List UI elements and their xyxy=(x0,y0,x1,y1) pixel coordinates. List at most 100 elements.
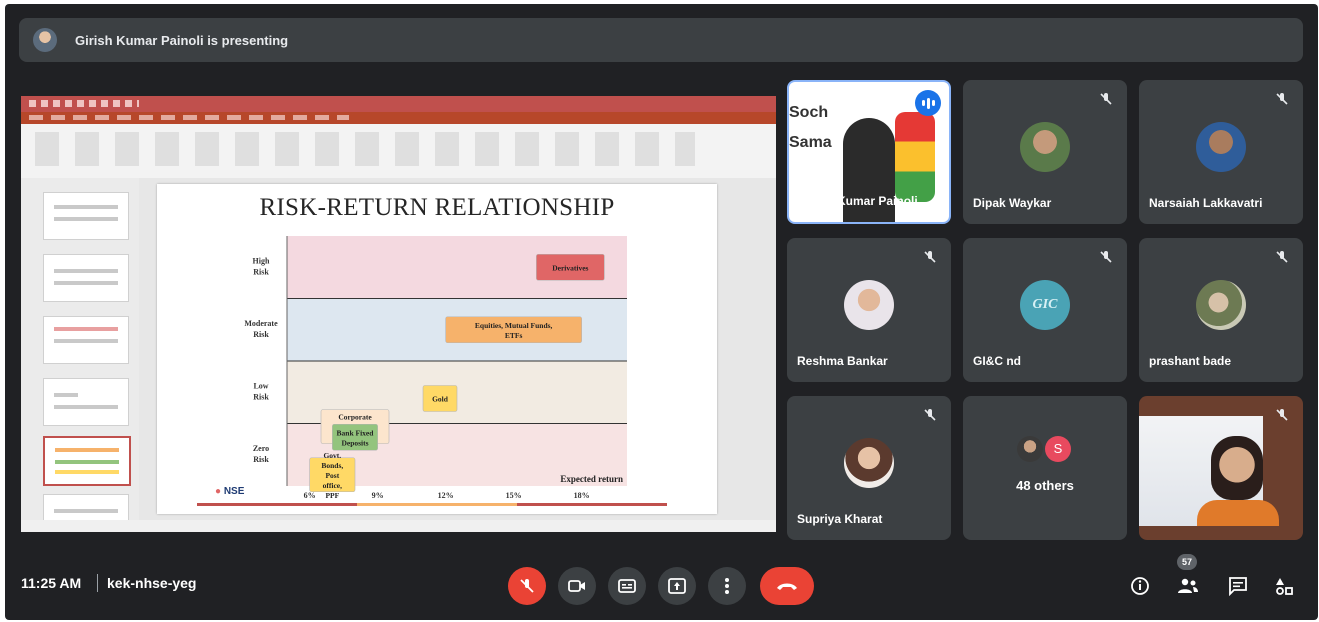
participant-tile[interactable]: Supriya Kharat xyxy=(787,396,951,540)
slide: RISK-RETURN RELATIONSHIP High Risk Moderat… xyxy=(157,184,717,514)
mic-off-icon xyxy=(1100,251,1112,263)
risk-band-label: Risk xyxy=(253,392,269,401)
slide-canvas: RISK-RETURN RELATIONSHIP High Risk Moderat… xyxy=(139,178,776,532)
activities-button[interactable] xyxy=(1271,573,1297,599)
x-tick-label: 9% xyxy=(372,491,384,500)
risk-band-label: Risk xyxy=(253,455,269,464)
others-count: 48 others xyxy=(1016,478,1074,493)
chat-button[interactable] xyxy=(1225,573,1251,599)
ppt-title-bar xyxy=(21,96,776,112)
participant-tile[interactable]: prashant bade xyxy=(1139,238,1303,382)
ppt-status-bar xyxy=(21,520,776,532)
clock: 11:25 AM xyxy=(21,575,82,591)
mic-off-icon xyxy=(924,251,936,263)
participants-count-badge: 57 xyxy=(1177,554,1197,570)
present-screen-button[interactable] xyxy=(658,567,696,605)
present-icon xyxy=(668,578,686,594)
chat-icon xyxy=(1229,577,1247,596)
risk-band-label: Low xyxy=(253,381,268,390)
risk-box-label: Deposits xyxy=(341,438,368,447)
x-tick-label: 6% xyxy=(304,491,316,500)
hang-up-icon xyxy=(777,583,797,590)
x-tick-label: 15% xyxy=(506,491,522,500)
avatar xyxy=(1020,122,1070,172)
participant-tile[interactable]: GIC GI&C nd xyxy=(963,238,1127,382)
camera-toggle-button[interactable] xyxy=(558,567,596,605)
avatar xyxy=(844,438,894,488)
participant-name: prashant bade xyxy=(1149,354,1232,368)
risk-band-label: Zero xyxy=(253,444,269,453)
participant-name: Reshma Bankar xyxy=(797,354,888,368)
slide-thumbnail-selected xyxy=(43,436,131,486)
risk-box-label: Govt. xyxy=(323,451,341,460)
avatar: GIC xyxy=(1020,280,1070,330)
risk-box-label: Derivatives xyxy=(552,263,588,272)
mic-off-icon xyxy=(520,579,534,593)
participant-tile-presenter[interactable]: Soch Sama Girish Kumar Painoli xyxy=(787,80,951,224)
risk-box-label: Bonds, xyxy=(321,461,343,470)
meeting-details-button[interactable] xyxy=(1127,573,1153,599)
participant-name: Narsaiah Lakkavatri xyxy=(1149,196,1263,210)
risk-return-chart: High Risk Moderate Risk Low Risk Zero Risk Deriv… xyxy=(197,236,667,506)
avatar xyxy=(1196,280,1246,330)
risk-band-label: High xyxy=(253,256,270,265)
risk-band-label: Moderate xyxy=(244,319,278,328)
participant-name: Supriya Kharat xyxy=(797,512,883,526)
traffic-light-graphic xyxy=(895,112,935,202)
info-icon xyxy=(1131,577,1149,595)
risk-band-label: Risk xyxy=(253,267,269,276)
presenter-avatar xyxy=(33,28,57,52)
divider xyxy=(97,574,98,592)
avatar: S xyxy=(1045,436,1071,462)
participants-button[interactable] xyxy=(1175,573,1201,599)
participant-name: Girish Kumar Painoli xyxy=(799,194,918,208)
participant-tile[interactable]: Dipak Waykar xyxy=(963,80,1127,224)
participant-tile[interactable] xyxy=(1139,396,1303,540)
others-tile[interactable]: S 48 others xyxy=(963,396,1127,540)
participant-tile[interactable]: Narsaiah Lakkavatri xyxy=(1139,80,1303,224)
risk-box-label: Gold xyxy=(432,395,449,404)
risk-box-label: PPF xyxy=(325,491,339,500)
nse-logo: ● NSE xyxy=(215,486,245,497)
avatar xyxy=(1017,436,1043,462)
captions-icon xyxy=(618,579,636,593)
meet-window: Girish Kumar Painoli is presenting RISK-… xyxy=(5,4,1318,620)
slide-thumbnail xyxy=(43,378,129,426)
presenter-text: Girish Kumar Painoli is presenting xyxy=(75,32,289,48)
participant-video xyxy=(1211,436,1263,500)
tile-bg-word: Sama xyxy=(789,134,832,151)
avatar xyxy=(1196,122,1246,172)
mic-toggle-button[interactable] xyxy=(508,567,546,605)
mic-off-icon xyxy=(1100,93,1112,105)
participant-tile[interactable]: Reshma Bankar xyxy=(787,238,951,382)
camera-icon xyxy=(568,580,585,592)
more-vert-icon xyxy=(725,578,729,594)
mic-off-icon xyxy=(1276,409,1288,421)
risk-box-label: office, xyxy=(323,481,342,490)
slide-thumbnail xyxy=(43,254,129,302)
speaking-indicator-icon xyxy=(915,90,941,116)
mic-off-icon xyxy=(1276,93,1288,105)
risk-box-label: Equities, Mutual Funds, xyxy=(475,321,553,330)
people-icon xyxy=(1178,578,1198,593)
participant-video xyxy=(1197,500,1279,526)
shared-screen[interactable]: RISK-RETURN RELATIONSHIP High Risk Moderat… xyxy=(21,96,776,532)
tile-bg-word: Soch xyxy=(789,104,829,121)
risk-band-label: Risk xyxy=(253,330,269,339)
captions-button[interactable] xyxy=(608,567,646,605)
risk-box-label: ETFs xyxy=(505,331,523,340)
x-tick-label: 12% xyxy=(438,491,454,500)
x-tick-label: 18% xyxy=(574,491,590,500)
activities-icon xyxy=(1276,578,1293,595)
more-options-button[interactable] xyxy=(708,567,746,605)
risk-box-label: Post xyxy=(325,471,339,480)
participant-name: GI&C nd xyxy=(973,354,1021,368)
ppt-ribbon xyxy=(21,124,776,179)
x-axis-label: Expected return xyxy=(560,474,623,484)
risk-box-label: Corporate xyxy=(338,413,372,422)
slide-thumbnail xyxy=(43,316,129,364)
end-call-button[interactable] xyxy=(760,567,814,605)
mic-off-icon xyxy=(1276,251,1288,263)
mic-off-icon xyxy=(924,409,936,421)
participant-name: Dipak Waykar xyxy=(973,196,1052,210)
